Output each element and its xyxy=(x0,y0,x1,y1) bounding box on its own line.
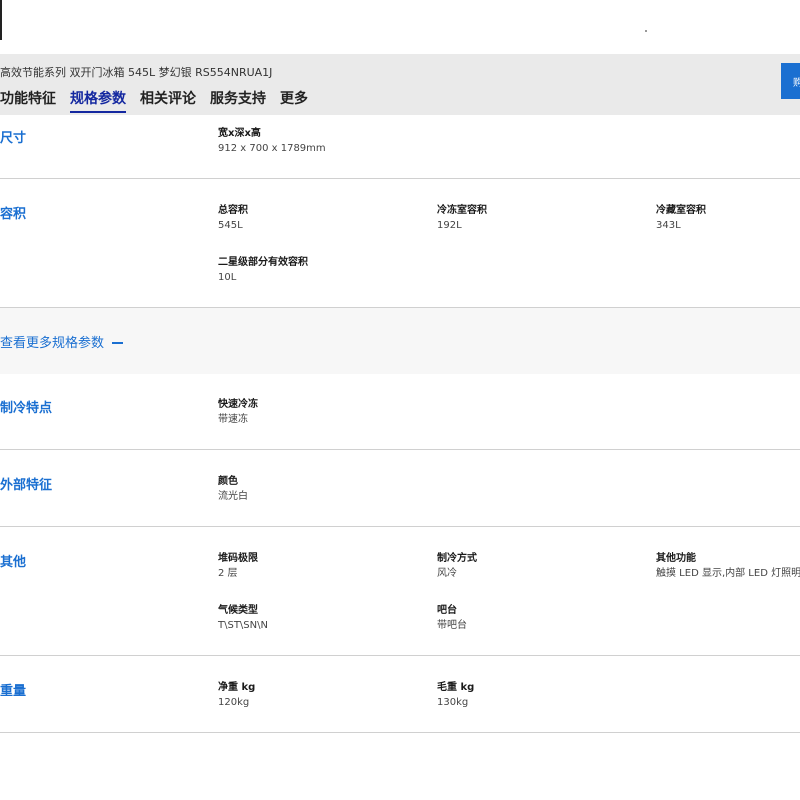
tab-features[interactable]: 功能特征 xyxy=(0,88,56,113)
spec-value: 545L xyxy=(218,220,243,231)
spec-item: 颜色 流光白 xyxy=(218,475,418,504)
spec-item: 宽x深x高 912 x 700 x 1789mm xyxy=(218,127,418,156)
spec-name: 气候类型 xyxy=(218,605,258,616)
spec-value: 流光白 xyxy=(218,491,248,502)
spec-value: 912 x 700 x 1789mm xyxy=(218,143,326,154)
collapse-icon xyxy=(112,341,124,344)
spec-item: 气候类型 T\ST\SN\N xyxy=(218,604,418,633)
spec-value: 2 层 xyxy=(218,568,238,579)
tab-more[interactable]: 更多 xyxy=(280,88,308,113)
spec-value: T\ST\SN\N xyxy=(218,620,268,631)
spec-item: 冷藏室容积 343L xyxy=(656,204,800,233)
spec-value: 343L xyxy=(656,220,681,231)
spec-value: 触摸 LED 显示,内部 LED 灯照明 xyxy=(656,568,800,579)
section-label-cooling: 制冷特点 xyxy=(0,401,53,416)
section-exterior: 外部特征 颜色 流光白 xyxy=(0,450,800,527)
spec-item: 堆码极限 2 层 xyxy=(218,552,418,581)
tab-support[interactable]: 服务支持 xyxy=(210,88,266,113)
spec-name: 毛重 kg xyxy=(437,682,475,693)
section-label-other: 其他 xyxy=(0,555,27,570)
spec-name: 总容积 xyxy=(218,205,248,216)
tab-specs[interactable]: 规格参数 xyxy=(70,88,126,113)
spec-name: 吧台 xyxy=(437,605,457,616)
spec-item: 总容积 545L xyxy=(218,204,418,233)
section-label-size: 尺寸 xyxy=(0,131,27,146)
more-specs-bar: 查看更多规格参数 xyxy=(0,308,800,374)
section-other: 其他 堆码极限 2 层 制冷方式 风冷 其他功能 触摸 LED 显示,内部 LE… xyxy=(0,527,800,656)
spec-value: 130kg xyxy=(437,697,469,708)
spec-item: 制冷方式 风冷 xyxy=(437,552,637,581)
product-title: 高效节能系列 双开门冰箱 545L 梦幻银 RS554NRUA1J xyxy=(0,66,273,79)
spec-name: 宽x深x高 xyxy=(218,128,261,139)
spec-name: 颜色 xyxy=(218,476,238,487)
more-specs-label: 查看更多规格参数 xyxy=(0,336,105,351)
spec-item: 快速冷冻 带速冻 xyxy=(218,398,418,427)
section-label-exterior: 外部特征 xyxy=(0,478,53,493)
spec-item: 二星级部分有效容积 10L xyxy=(218,256,418,285)
section-cooling: 制冷特点 快速冷冻 带速冻 xyxy=(0,374,800,450)
spec-value: 风冷 xyxy=(437,568,457,579)
spec-value: 120kg xyxy=(218,697,250,708)
section-capacity: 容积 总容积 545L 冷冻室容积 192L 冷藏室容积 343L 二星级部分有… xyxy=(0,179,800,308)
section-weight: 重量 净重 kg 120kg 毛重 kg 130kg xyxy=(0,656,800,733)
spec-name: 二星级部分有效容积 xyxy=(218,257,308,268)
spec-item: 净重 kg 120kg xyxy=(218,681,418,710)
sticky-header: 高效节能系列 双开门冰箱 545L 梦幻银 RS554NRUA1J 功能特征 规… xyxy=(0,54,800,115)
spec-name: 堆码极限 xyxy=(218,553,258,564)
tab-reviews[interactable]: 相关评论 xyxy=(140,88,196,113)
section-size: 尺寸 宽x深x高 912 x 700 x 1789mm xyxy=(0,115,800,179)
spec-item: 其他功能 触摸 LED 显示,内部 LED 灯照明 xyxy=(656,552,800,581)
tab-bar: 功能特征 规格参数 相关评论 服务支持 更多 xyxy=(0,88,322,113)
spec-item: 冷冻室容积 192L xyxy=(437,204,637,233)
spec-name: 冷冻室容积 xyxy=(437,205,487,216)
spec-name: 制冷方式 xyxy=(437,553,477,564)
spec-content: 尺寸 宽x深x高 912 x 700 x 1789mm 容积 总容积 545L … xyxy=(0,115,800,733)
spec-value: 带吧台 xyxy=(437,620,467,631)
spec-item: 毛重 kg 130kg xyxy=(437,681,637,710)
spec-name: 快速冷冻 xyxy=(218,399,258,410)
spec-item: 吧台 带吧台 xyxy=(437,604,637,633)
spec-value: 带速冻 xyxy=(218,414,248,425)
more-specs-link[interactable]: 查看更多规格参数 xyxy=(0,332,124,351)
page-edge-mark xyxy=(0,0,2,40)
buy-button[interactable]: 购 xyxy=(781,63,800,99)
spec-value: 10L xyxy=(218,272,237,283)
decorative-dot xyxy=(645,30,647,32)
top-strip xyxy=(0,0,800,54)
spec-name: 净重 kg xyxy=(218,682,256,693)
section-label-capacity: 容积 xyxy=(0,207,27,222)
spec-name: 其他功能 xyxy=(656,553,696,564)
product-spec-page: 高效节能系列 双开门冰箱 545L 梦幻银 RS554NRUA1J 功能特征 规… xyxy=(0,0,800,800)
section-label-weight: 重量 xyxy=(0,684,27,699)
spec-name: 冷藏室容积 xyxy=(656,205,706,216)
spec-value: 192L xyxy=(437,220,462,231)
